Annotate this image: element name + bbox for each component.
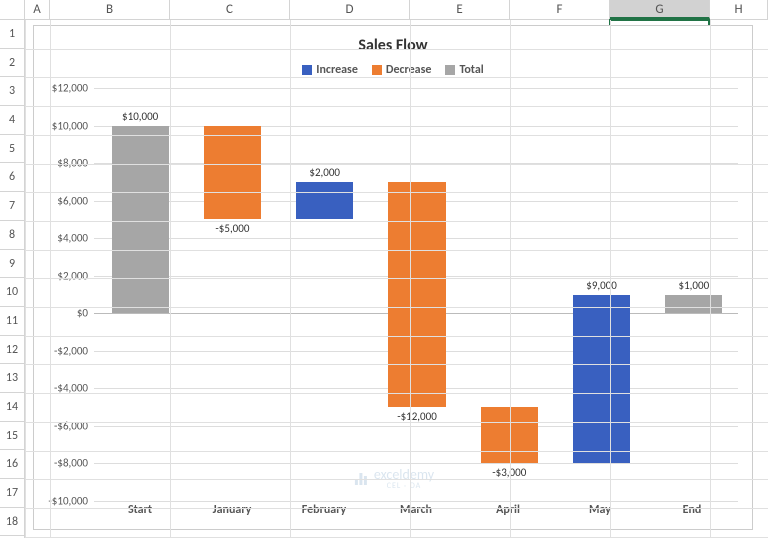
- col-header-F[interactable]: F: [510, 0, 610, 19]
- bar-end[interactable]: [665, 295, 722, 314]
- legend-swatch: [445, 65, 455, 75]
- row-header-11[interactable]: 11: [0, 307, 24, 336]
- row-header-16[interactable]: 16: [0, 450, 24, 479]
- legend-swatch: [372, 65, 382, 75]
- row-headers: 123456789101112131415161718: [0, 20, 25, 538]
- legend-item-decrease[interactable]: Decrease: [372, 63, 432, 77]
- x-tick-start: Start: [94, 503, 186, 523]
- data-label: $10,000: [122, 110, 158, 123]
- row-header-13[interactable]: 13: [0, 364, 24, 393]
- row-header-8[interactable]: 8: [0, 221, 24, 250]
- x-tick-march: March: [370, 503, 462, 523]
- x-axis: StartJanuaryFebruaryMarchAprilMayEnd: [94, 503, 738, 523]
- chart-legend[interactable]: Increase Decrease Total: [34, 63, 752, 83]
- column-headers: ABCDEFGH: [25, 0, 768, 20]
- x-tick-january: January: [186, 503, 278, 523]
- row-header-12[interactable]: 12: [0, 336, 24, 365]
- y-tick: $0: [77, 307, 88, 320]
- legend-label: Total: [459, 63, 483, 77]
- col-header-E[interactable]: E: [410, 0, 510, 19]
- col-header-B[interactable]: B: [50, 0, 170, 19]
- chart-title[interactable]: Sales Flow: [34, 26, 752, 63]
- x-tick-february: February: [278, 503, 370, 523]
- row-header-4[interactable]: 4: [0, 106, 24, 135]
- row-header-6[interactable]: 6: [0, 163, 24, 192]
- y-tick: $6,000: [57, 194, 88, 207]
- y-tick: $10,000: [52, 119, 88, 132]
- y-tick: -$2,000: [54, 344, 88, 357]
- legend-label: Increase: [316, 63, 358, 77]
- bar-may[interactable]: [573, 295, 630, 464]
- y-tick: $12,000: [52, 82, 88, 95]
- plot-area[interactable]: $10,000-$5,000$2,000-$12,000-$3,000$9,00…: [94, 88, 738, 501]
- x-tick-may: May: [554, 503, 646, 523]
- legend-item-increase[interactable]: Increase: [302, 63, 358, 77]
- y-tick: -$10,000: [48, 495, 88, 508]
- bar-march[interactable]: [388, 182, 445, 407]
- spreadsheet-grid: ABCDEFGH 123456789101112131415161718 Sal…: [0, 0, 768, 538]
- data-label: $2,000: [309, 166, 340, 179]
- select-all-corner[interactable]: [0, 0, 25, 20]
- row-header-2[interactable]: 2: [0, 49, 24, 78]
- legend-swatch: [302, 65, 312, 75]
- row-header-18[interactable]: 18: [0, 508, 24, 537]
- y-tick: -$8,000: [54, 457, 88, 470]
- y-tick: $2,000: [57, 269, 88, 282]
- y-tick: $4,000: [57, 232, 88, 245]
- row-header-15[interactable]: 15: [0, 422, 24, 451]
- legend-item-total[interactable]: Total: [445, 63, 483, 77]
- data-label: -$5,000: [215, 222, 249, 235]
- bar-start[interactable]: [112, 126, 169, 314]
- legend-label: Decrease: [386, 63, 432, 77]
- row-header-17[interactable]: 17: [0, 479, 24, 508]
- data-label: $1,000: [679, 279, 710, 292]
- col-header-A[interactable]: A: [25, 0, 50, 19]
- y-axis: -$10,000-$8,000-$6,000-$4,000-$2,000$0$2…: [34, 88, 92, 499]
- col-header-G[interactable]: G: [610, 0, 710, 19]
- x-tick-april: April: [462, 503, 554, 523]
- col-header-H[interactable]: H: [710, 0, 768, 19]
- col-header-D[interactable]: D: [290, 0, 410, 19]
- x-tick-end: End: [646, 503, 738, 523]
- row-header-10[interactable]: 10: [0, 278, 24, 307]
- row-header-1[interactable]: 1: [0, 20, 24, 49]
- row-header-14[interactable]: 14: [0, 393, 24, 422]
- row-header-5[interactable]: 5: [0, 135, 24, 164]
- data-label: $9,000: [586, 279, 617, 292]
- row-header-7[interactable]: 7: [0, 192, 24, 221]
- cell-area[interactable]: Sales Flow Increase Decrease Total -$10,00…: [25, 20, 768, 538]
- row-header-9[interactable]: 9: [0, 250, 24, 279]
- bar-january[interactable]: [204, 126, 261, 220]
- bar-february[interactable]: [296, 182, 353, 220]
- col-header-C[interactable]: C: [170, 0, 290, 19]
- row-header-3[interactable]: 3: [0, 77, 24, 106]
